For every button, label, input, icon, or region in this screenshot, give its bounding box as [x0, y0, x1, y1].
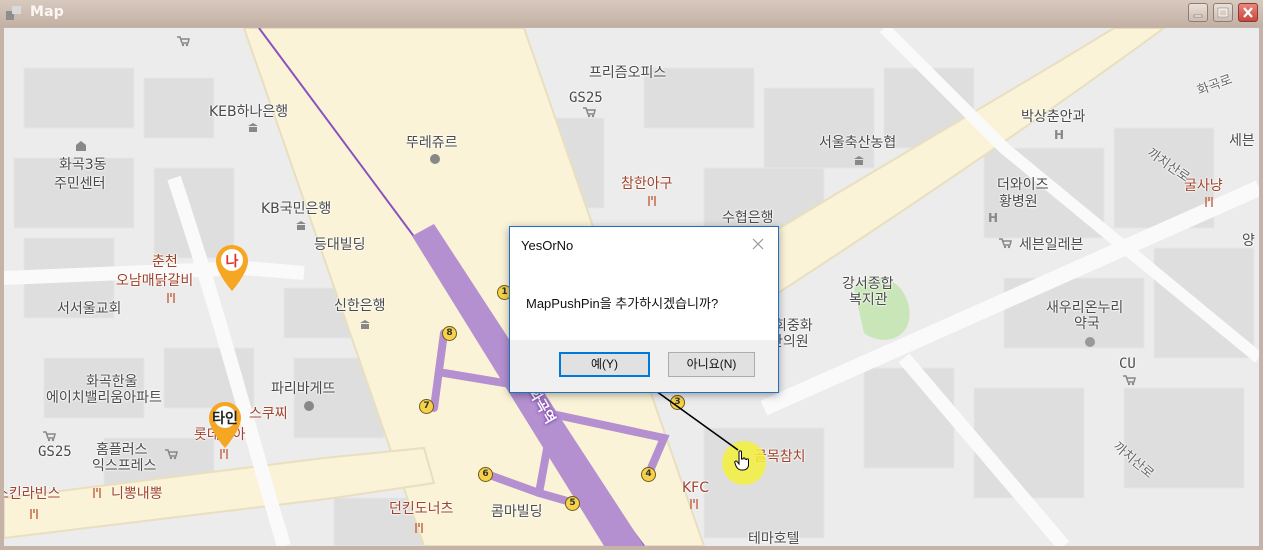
map-label: 콤마빌딩 [491, 504, 543, 520]
map-label: 황병원 [999, 194, 1038, 210]
restaurant-icon [648, 196, 656, 206]
map-label: 에이치밸리움아파트 [46, 390, 162, 406]
map-label: 새우리온누리 [1046, 300, 1124, 316]
cart-icon [999, 238, 1012, 249]
office-icon [76, 141, 86, 151]
pin-label: 나 [225, 254, 239, 270]
map-label: 파리바게뜨 [271, 381, 336, 397]
close-button[interactable] [1238, 3, 1258, 22]
cart-icon [1123, 375, 1136, 386]
map-label: KFC [682, 480, 710, 496]
minimize-button[interactable] [1188, 3, 1208, 22]
map-label: 굴사냥 [1184, 178, 1223, 194]
map-label: 테마호텔 [748, 531, 800, 546]
map-label: KB국민은행 [261, 201, 332, 217]
restaurant-icon [415, 523, 423, 533]
restaurant-icon [1205, 197, 1213, 207]
map-label: 회중화 [774, 318, 813, 334]
map-label: 화곡한울 [86, 374, 138, 390]
title-bar[interactable]: Map [0, 0, 1263, 27]
dialog-title: YesOrNo [521, 238, 574, 253]
app-window: Map 프리즘오피스 GS25 KEB하나은행 뚜레쥬르 서울축산농협 박상춘안… [0, 0, 1263, 550]
map-label: 스킨라빈스 [4, 486, 61, 502]
svg-text:H: H [988, 211, 998, 223]
map-label: 신한은행 [334, 298, 386, 314]
subway-exit-marker: 7 [419, 399, 434, 414]
map-label: 던킨도너츠 [389, 501, 454, 517]
restaurant-icon [167, 293, 175, 303]
svg-text:H: H [1054, 128, 1064, 140]
restaurant-icon [30, 509, 38, 519]
map-label: 화곡3동 [59, 157, 107, 173]
pin-label: 타인 [212, 411, 238, 427]
map-label: 스쿠찌 [249, 406, 288, 422]
cart-icon [177, 36, 190, 47]
no-button[interactable]: 아니요(N) [668, 352, 755, 377]
window-title: Map [30, 4, 65, 20]
map-label: 익스프레스 [92, 458, 157, 474]
cafe-icon [304, 401, 314, 411]
subway-exit-marker: 6 [478, 467, 493, 482]
map-label: 춘천 [152, 254, 178, 270]
push-pin-me[interactable]: 나 [214, 243, 250, 293]
map-label: 양 [1242, 233, 1255, 249]
pharmacy-icon [1085, 337, 1095, 347]
app-icon [6, 6, 21, 20]
map-label: 복지관 [849, 292, 888, 308]
map-label: 프리즘오피스 [589, 65, 667, 81]
cart-icon [583, 107, 596, 118]
bank-icon [360, 320, 370, 329]
bank-icon [296, 221, 306, 230]
map-label: 더와이즈 [997, 177, 1049, 193]
cart-icon [43, 431, 56, 442]
dialog-message: MapPushPin을 추가하시겠습니까? [526, 296, 719, 311]
cart-icon [165, 449, 178, 460]
subway-exit-marker: 4 [641, 467, 656, 482]
close-icon [1243, 7, 1253, 18]
subway-exit-marker: 8 [442, 326, 457, 341]
cafe-icon [430, 154, 440, 164]
map-label: 뚜레쥬르 [406, 135, 458, 151]
hospital-icon: H [988, 211, 998, 223]
maximize-icon [1217, 7, 1229, 18]
bank-icon [248, 123, 258, 132]
maximize-button[interactable] [1213, 3, 1233, 22]
map-label: 세븐일레븐 [1019, 237, 1084, 253]
restaurant-icon [93, 488, 101, 498]
map-label: 홈플러스 [96, 442, 148, 458]
map-label: 서서울교회 [57, 301, 122, 317]
hospital-icon: H [1054, 128, 1064, 140]
map-label: CU [1119, 356, 1136, 372]
map-label: 약국 [1074, 316, 1100, 332]
bank-icon [854, 156, 864, 165]
minimize-icon [1193, 14, 1203, 18]
map-label: 주민센터 [54, 176, 106, 192]
confirm-dialog: YesOrNo MapPushPin을 추가하시겠습니까? 예(Y) 아니요(N… [509, 226, 779, 393]
map-label: 니뽕내뽕 [111, 486, 163, 502]
map-label: 수협은행 [722, 210, 774, 226]
subway-exit-marker: 5 [565, 496, 580, 511]
dialog-close-button[interactable] [750, 236, 766, 252]
push-pin-other[interactable]: 타인 [207, 400, 243, 450]
map-label: 서울축산농협 [819, 135, 897, 151]
dialog-footer: 예(Y) 아니요(N) [510, 340, 778, 392]
restaurant-icon [690, 499, 698, 509]
yes-button[interactable]: 예(Y) [559, 352, 650, 377]
map-label: KEB하나은행 [209, 104, 289, 120]
map-label: 등대빌딩 [314, 237, 366, 253]
map-label: GS25 [569, 90, 603, 106]
map-label: 참한아구 [621, 176, 673, 192]
map-label: 박상춘안과 [1021, 109, 1086, 125]
map-label: GS25 [38, 444, 72, 460]
map-label: 강서종합 [842, 276, 894, 292]
map-label: 오남매닭갈비 [116, 273, 194, 289]
map-label: 세븐 [1229, 133, 1255, 149]
